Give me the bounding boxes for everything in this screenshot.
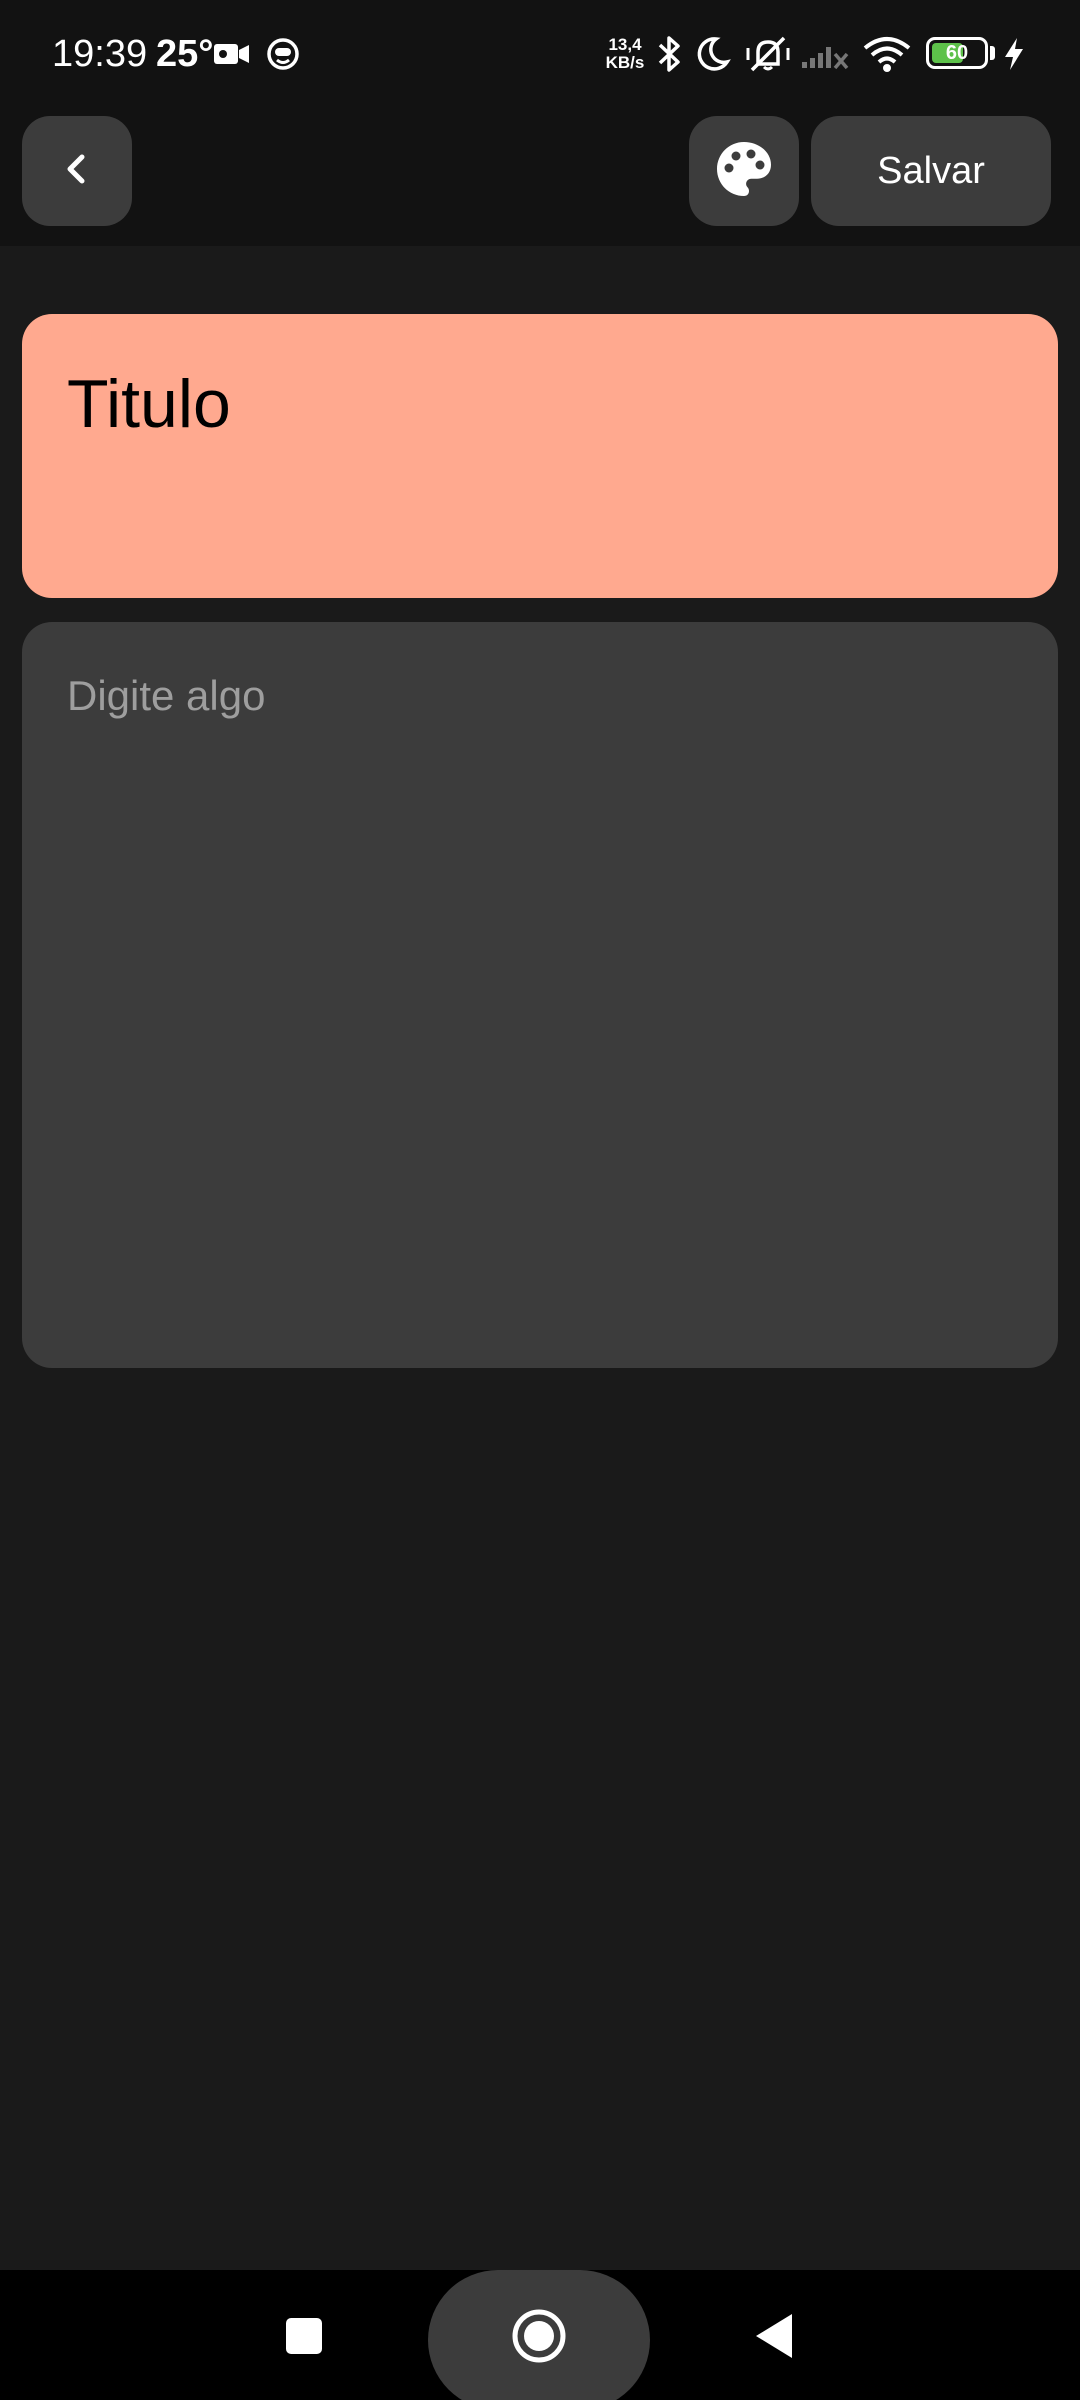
home-button[interactable] xyxy=(499,2298,579,2378)
color-palette-button[interactable] xyxy=(689,116,799,226)
battery-cap xyxy=(990,46,995,60)
bluetooth-icon xyxy=(654,34,684,79)
status-time: 19:39 xyxy=(52,33,148,75)
network-speed-value: 13,4 xyxy=(608,35,642,54)
note-title-field[interactable]: Titulo xyxy=(67,364,231,444)
back-triangle-icon xyxy=(752,2312,796,2365)
network-speed-unit: KB/s xyxy=(605,53,645,72)
recents-square-icon xyxy=(282,2314,326,2363)
battery-icon: 60 xyxy=(926,37,988,69)
note-title-card[interactable]: Titulo xyxy=(22,314,1058,598)
chevron-left-icon xyxy=(57,149,97,194)
note-body-card[interactable]: Digite algo xyxy=(22,622,1058,1368)
video-camera-icon xyxy=(212,34,252,79)
note-editor-screen: 19:39 25° 13,4 KB/s 60 Salvar Titulo Dig… xyxy=(0,0,1080,2400)
charging-bolt-icon xyxy=(1000,34,1028,79)
nav-back-button[interactable] xyxy=(734,2298,814,2378)
home-circle-icon xyxy=(511,2308,567,2369)
status-bar: 19:39 25° 13,4 KB/s 60 xyxy=(0,0,1080,108)
network-speed: 13,4 KB/s xyxy=(600,36,650,72)
save-button[interactable]: Salvar xyxy=(811,116,1051,226)
battery-level: 60 xyxy=(945,42,969,64)
wifi-icon xyxy=(862,34,912,79)
moon-icon xyxy=(692,34,732,79)
vibrate-muted-icon xyxy=(744,34,792,79)
top-bar: 19:39 25° 13,4 KB/s 60 Salvar xyxy=(0,0,1080,246)
palette-icon xyxy=(713,138,775,205)
recents-button[interactable] xyxy=(264,2298,344,2378)
status-temperature: 25° xyxy=(156,33,214,75)
back-button[interactable] xyxy=(22,116,132,226)
face-icon xyxy=(264,34,302,79)
note-body-field[interactable]: Digite algo xyxy=(67,670,265,722)
save-button-label: Salvar xyxy=(877,149,985,192)
signal-off-icon xyxy=(800,34,850,79)
